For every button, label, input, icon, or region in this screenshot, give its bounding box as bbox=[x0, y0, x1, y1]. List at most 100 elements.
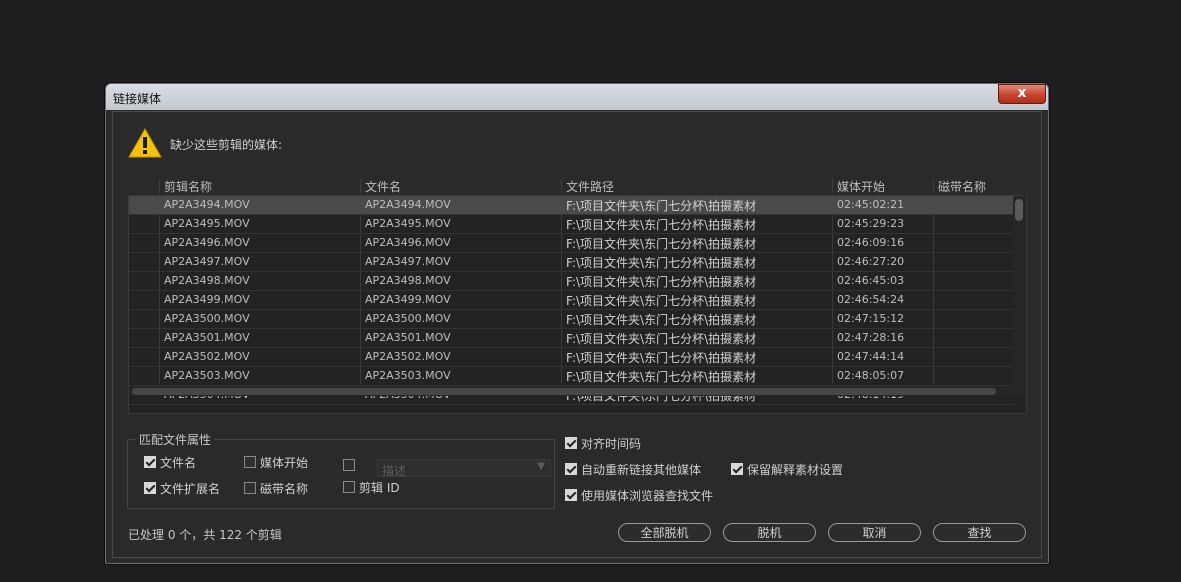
group-title: 匹配文件属性 bbox=[136, 431, 215, 448]
media-start-cell: 02:47:15:12 bbox=[837, 312, 905, 325]
clip-name-cell: AP2A3500.MOV bbox=[164, 312, 250, 325]
media-start-cell: 02:48:05:07 bbox=[837, 369, 905, 382]
file-path-cell: F:\项目文件夹\东门七分杯\拍摄素材 bbox=[566, 256, 757, 270]
dialog-title: 链接媒体 bbox=[113, 92, 162, 106]
table-row[interactable]: AP2A3494.MOV AP2A3494.MOV F:\项目文件夹\东门七分杯… bbox=[129, 196, 1014, 215]
column-clip-name[interactable]: 剪辑名称 bbox=[164, 178, 212, 195]
preserve-interpret-checkbox[interactable] bbox=[731, 463, 743, 475]
file-extension-checkbox[interactable] bbox=[144, 482, 156, 494]
locate-button[interactable]: 查找 bbox=[933, 523, 1026, 542]
clip-name-cell: AP2A3501.MOV bbox=[164, 331, 250, 344]
column-separator bbox=[360, 179, 361, 194]
table-row[interactable]: AP2A3501.MOV AP2A3501.MOV F:\项目文件夹\东门七分杯… bbox=[129, 329, 1014, 348]
file-path-cell: F:\项目文件夹\东门七分杯\拍摄素材 bbox=[566, 218, 757, 232]
table-body: AP2A3494.MOV AP2A3494.MOV F:\项目文件夹\东门七分杯… bbox=[128, 195, 1027, 414]
media-start-cell: 02:46:54:24 bbox=[837, 293, 905, 306]
file-path-cell: F:\项目文件夹\东门七分杯\拍摄素材 bbox=[566, 370, 757, 384]
clip-name-cell: AP2A3502.MOV bbox=[164, 350, 250, 363]
column-separator bbox=[933, 179, 934, 194]
vertical-scroll-thumb[interactable] bbox=[1015, 199, 1023, 221]
file-name-cell: AP2A3502.MOV bbox=[365, 350, 451, 363]
use-media-browser-checkbox[interactable] bbox=[565, 489, 577, 501]
clip-name-cell: AP2A3499.MOV bbox=[164, 293, 250, 306]
file-path-cell: F:\项目文件夹\东门七分杯\拍摄素材 bbox=[566, 199, 757, 213]
horizontal-scrollbar[interactable] bbox=[130, 386, 1025, 396]
close-icon: x bbox=[1017, 85, 1027, 101]
file-name-cell: AP2A3496.MOV bbox=[365, 236, 451, 249]
file-name-cell: AP2A3494.MOV bbox=[365, 198, 451, 211]
column-file-path[interactable]: 文件路径 bbox=[566, 178, 614, 195]
media-start-cell: 02:46:09:16 bbox=[837, 236, 905, 249]
auto-relink-checkbox[interactable] bbox=[565, 463, 577, 475]
clip-name-cell: AP2A3494.MOV bbox=[164, 198, 250, 211]
tape-name-label: 磁带名称 bbox=[260, 482, 309, 496]
column-separator bbox=[561, 179, 562, 194]
clip-id-checkbox[interactable] bbox=[343, 481, 355, 493]
match-file-properties-group: 匹配文件属性 文件名 媒体开始 描述 ▼ 文件扩展名 磁带名称 剪辑 ID bbox=[127, 431, 555, 509]
table-row[interactable]: AP2A3500.MOV AP2A3500.MOV F:\项目文件夹\东门七分杯… bbox=[129, 310, 1014, 329]
file-name-cell: AP2A3501.MOV bbox=[365, 331, 451, 344]
column-media-start[interactable]: 媒体开始 bbox=[837, 178, 885, 195]
column-file-name[interactable]: 文件名 bbox=[365, 178, 401, 195]
file-path-cell: F:\项目文件夹\东门七分杯\拍摄素材 bbox=[566, 294, 757, 308]
title-bar[interactable]: 链接媒体 x bbox=[106, 84, 1048, 110]
file-name-cell: AP2A3503.MOV bbox=[365, 369, 451, 382]
clip-name-cell: AP2A3495.MOV bbox=[164, 217, 250, 230]
file-path-cell: F:\项目文件夹\东门七分杯\拍摄素材 bbox=[566, 313, 757, 327]
file-path-cell: F:\项目文件夹\东门七分杯\拍摄素材 bbox=[566, 351, 757, 365]
use-media-browser-label: 使用媒体浏览器查找文件 bbox=[581, 489, 714, 503]
file-name-checkbox[interactable] bbox=[144, 456, 156, 468]
table-row[interactable]: AP2A3498.MOV AP2A3498.MOV F:\项目文件夹\东门七分杯… bbox=[129, 272, 1014, 291]
table-row[interactable]: AP2A3495.MOV AP2A3495.MOV F:\项目文件夹\东门七分杯… bbox=[129, 215, 1014, 234]
offline-all-button[interactable]: 全部脱机 bbox=[618, 523, 711, 542]
media-start-cell: 02:47:44:14 bbox=[837, 350, 905, 363]
file-path-cell: F:\项目文件夹\东门七分杯\拍摄素材 bbox=[566, 275, 757, 289]
file-name-cell: AP2A3498.MOV bbox=[365, 274, 451, 287]
media-start-cell: 02:45:29:23 bbox=[837, 217, 905, 230]
file-name-label: 文件名 bbox=[160, 456, 197, 470]
status-text: 已处理 0 个，共 122 个剪辑 bbox=[128, 528, 282, 542]
warning-message: 缺少这些剪辑的媒体: bbox=[170, 138, 283, 152]
column-tape-name[interactable]: 磁带名称 bbox=[938, 178, 986, 195]
warning-icon bbox=[128, 127, 162, 158]
clip-name-cell: AP2A3496.MOV bbox=[164, 236, 250, 249]
media-start-cell: 02:47:28:16 bbox=[837, 331, 905, 344]
file-name-cell: AP2A3500.MOV bbox=[365, 312, 451, 325]
dialog-body: 缺少这些剪辑的媒体: 剪辑名称 文件名 文件路径 媒体开始 磁带名称 AP2A3… bbox=[112, 111, 1042, 558]
horizontal-scroll-thumb[interactable] bbox=[132, 388, 996, 395]
file-path-cell: F:\项目文件夹\东门七分杯\拍摄素材 bbox=[566, 332, 757, 346]
media-start-cell: 02:45:02:21 bbox=[837, 198, 905, 211]
clip-name-cell: AP2A3498.MOV bbox=[164, 274, 250, 287]
table-row[interactable]: AP2A3503.MOV AP2A3503.MOV F:\项目文件夹\东门七分杯… bbox=[129, 367, 1014, 386]
align-timecode-label: 对齐时间码 bbox=[581, 437, 642, 451]
media-start-cell: 02:46:45:03 bbox=[837, 274, 905, 287]
clip-name-cell: AP2A3503.MOV bbox=[164, 369, 250, 382]
align-timecode-checkbox[interactable] bbox=[565, 437, 577, 449]
table-row[interactable]: AP2A3499.MOV AP2A3499.MOV F:\项目文件夹\东门七分杯… bbox=[129, 291, 1014, 310]
cancel-button[interactable]: 取消 bbox=[828, 523, 921, 542]
media-start-cell: 02:46:27:20 bbox=[837, 255, 905, 268]
table-row[interactable]: AP2A3496.MOV AP2A3496.MOV F:\项目文件夹\东门七分杯… bbox=[129, 234, 1014, 253]
close-button[interactable]: x bbox=[998, 84, 1046, 104]
table-row[interactable]: AP2A3502.MOV AP2A3502.MOV F:\项目文件夹\东门七分杯… bbox=[129, 348, 1014, 367]
media-start-label: 媒体开始 bbox=[260, 456, 309, 470]
description-checkbox[interactable] bbox=[343, 459, 355, 471]
description-value: 描述 bbox=[382, 464, 407, 478]
table-header: 剪辑名称 文件名 文件路径 媒体开始 磁带名称 bbox=[128, 175, 1027, 195]
file-extension-label: 文件扩展名 bbox=[160, 482, 221, 496]
column-separator bbox=[832, 179, 833, 194]
file-name-cell: AP2A3497.MOV bbox=[365, 255, 451, 268]
tape-name-checkbox[interactable] bbox=[244, 482, 256, 494]
column-separator bbox=[159, 179, 160, 194]
media-start-checkbox[interactable] bbox=[244, 456, 256, 468]
file-name-cell: AP2A3499.MOV bbox=[365, 293, 451, 306]
chevron-down-icon: ▼ bbox=[537, 461, 545, 472]
description-dropdown[interactable]: 描述 ▼ bbox=[377, 459, 551, 478]
clip-id-label: 剪辑 ID bbox=[359, 481, 400, 495]
preserve-interpret-label: 保留解释素材设置 bbox=[747, 463, 844, 477]
vertical-scrollbar[interactable] bbox=[1013, 197, 1025, 386]
table-row[interactable]: AP2A3497.MOV AP2A3497.MOV F:\项目文件夹\东门七分杯… bbox=[129, 253, 1014, 272]
file-name-cell: AP2A3495.MOV bbox=[365, 217, 451, 230]
missing-media-table: 剪辑名称 文件名 文件路径 媒体开始 磁带名称 AP2A3494.MOV AP2… bbox=[128, 175, 1027, 414]
offline-button[interactable]: 脱机 bbox=[723, 523, 816, 542]
